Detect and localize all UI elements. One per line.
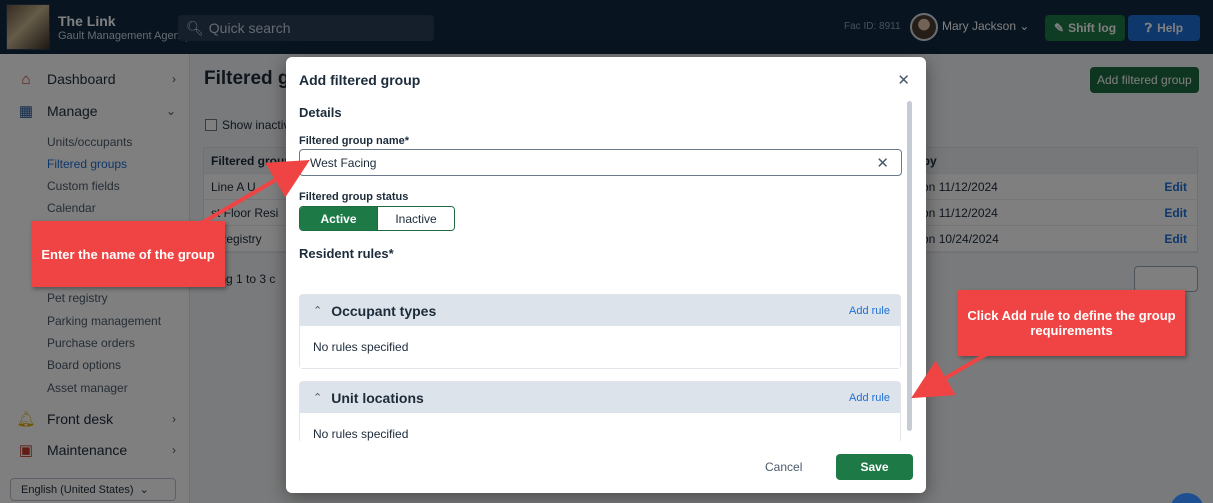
chevron-up-icon[interactable]: ⌃ (313, 391, 322, 404)
status-inactive-button[interactable]: Inactive (377, 207, 454, 230)
status-toggle: Active Inactive (299, 206, 455, 231)
name-value: West Facing (310, 156, 377, 170)
chevron-up-icon[interactable]: ⌃ (313, 304, 322, 317)
callout-add-rule: Click Add rule to define the group requi… (958, 290, 1185, 356)
status-label: Filtered group status (299, 191, 409, 203)
scrollbar[interactable] (907, 101, 912, 431)
panel-body: No rules specified (300, 413, 900, 443)
details-heading: Details (299, 105, 342, 120)
panel-header[interactable]: ⌃ Unit locations Add rule (300, 382, 900, 413)
panel-header[interactable]: ⌃ Occupant types Add rule (300, 295, 900, 326)
occupant-types-panel: ⌃ Occupant types Add rule No rules speci… (299, 294, 901, 369)
modal-title: Add filtered group (299, 72, 421, 88)
cancel-button[interactable]: Cancel (765, 460, 802, 474)
panel-title: Occupant types (331, 302, 437, 319)
resident-rules-heading: Resident rules* (299, 246, 394, 261)
name-label: Filtered group name* (299, 135, 410, 147)
add-rule-link[interactable]: Add rule (849, 392, 890, 404)
filtered-group-name-field[interactable]: West Facing ✕ (299, 149, 902, 176)
clear-icon[interactable]: ✕ (876, 154, 889, 172)
panel-title: Unit locations (331, 389, 424, 406)
close-icon[interactable]: ✕ (897, 71, 910, 89)
unit-locations-panel: ⌃ Unit locations Add rule No rules speci… (299, 381, 901, 443)
add-filtered-group-modal: Add filtered group ✕ Details Filtered gr… (286, 57, 926, 493)
save-button[interactable]: Save (836, 454, 913, 480)
add-rule-link[interactable]: Add rule (849, 305, 890, 317)
callout-enter-name: Enter the name of the group (31, 221, 225, 287)
panel-body: No rules specified (300, 326, 900, 368)
status-active-button[interactable]: Active (300, 207, 377, 230)
